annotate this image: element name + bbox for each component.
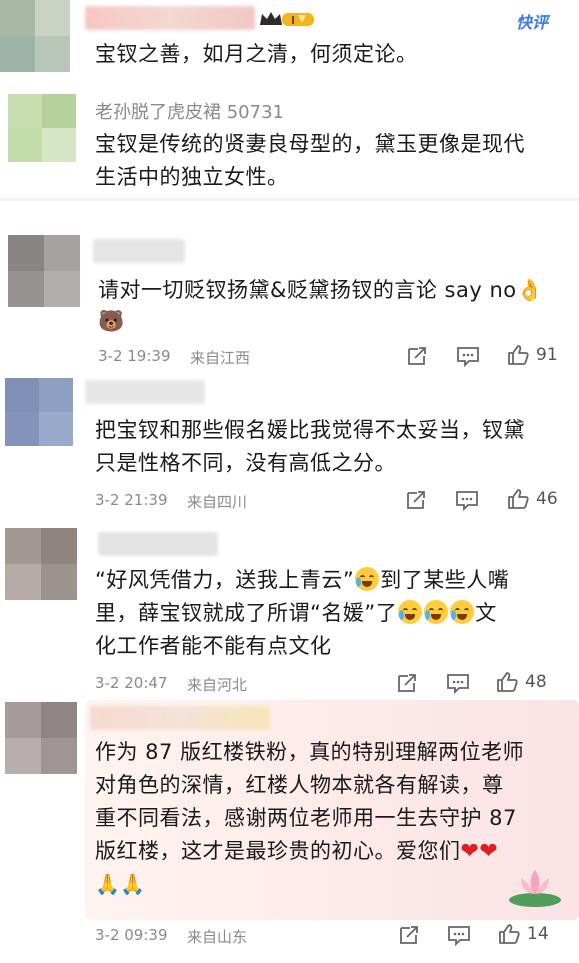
comment-text-line-2: 🐻: [98, 309, 125, 333]
comment-text-line-2: 只是性格不同，没有高低之分。: [95, 451, 396, 475]
comment-text-quote: “好风凭借力，送我上青云”: [95, 568, 355, 592]
username-blurred[interactable]: [90, 706, 270, 730]
like-button[interactable]: 91: [506, 343, 558, 367]
vip-badge: I: [258, 9, 316, 29]
comment-text-line-3: 化工作者能不能有点文化: [95, 634, 332, 658]
svg-text:I: I: [291, 14, 295, 27]
comment-text-tail: 到了某些人嘴: [380, 568, 510, 592]
comment-date: 3-2 21:39: [95, 491, 168, 509]
avatar[interactable]: [8, 235, 80, 307]
crying-face-emoji-icon: [355, 567, 380, 591]
comment-text-tail: 文: [475, 601, 497, 625]
comment-text-line-1: 宝钗是传统的贤妻良母型的，黛玉更像是现代: [95, 132, 525, 156]
share-icon: [398, 674, 416, 692]
comment-button[interactable]: [455, 489, 479, 511]
avatar[interactable]: [5, 528, 77, 600]
comment-text-line-1: 把宝钗和那些假名媛比我觉得不太妥当，钗黛: [95, 418, 525, 442]
comment-location: 来自河北: [187, 676, 248, 694]
share-button[interactable]: [398, 924, 420, 946]
comment-card-2: 老孙脱了虎皮裙 50731 宝钗是传统的贤妻良母型的，黛玉更像是现代 生活中的独…: [0, 84, 579, 200]
comment-location: 来自四川: [187, 493, 248, 511]
like-button[interactable]: 48: [495, 670, 547, 694]
like-count: 46: [536, 489, 558, 509]
share-icon: [407, 491, 425, 509]
like-count: 91: [536, 345, 558, 365]
comment-button[interactable]: [447, 924, 471, 946]
comment-card-3: 请对一切贬钗扬黛&贬黛扬钗的言论 say no👌 🐻 3-2 19:39 来自江…: [0, 201, 579, 376]
comment-date: 3-2 09:39: [95, 926, 168, 944]
comment-text-line-1: 请对一切贬钗扬黛&贬黛扬钗的言论 say no👌: [98, 278, 544, 302]
like-count: 14: [527, 924, 549, 944]
comment-text-line-1: 作为 87 版红楼铁粉，真的特别理解两位老师: [95, 740, 525, 764]
avatar[interactable]: [8, 94, 76, 162]
username-blurred[interactable]: [93, 239, 185, 263]
like-count: 48: [525, 672, 547, 692]
lotus-decoration: [507, 864, 563, 908]
username-blurred[interactable]: [85, 6, 255, 30]
thumbs-up-icon: [508, 489, 529, 509]
comment-location: 来自江西: [190, 349, 251, 367]
quick-comment-button[interactable]: 快评: [516, 9, 548, 33]
avatar[interactable]: [5, 378, 73, 446]
comment-text-line-4: 版红楼，这才是最珍贵的初心。爱您们❤❤: [95, 835, 498, 868]
comment-icon: [448, 926, 470, 946]
thumbs-up-icon: [497, 672, 518, 692]
comment-text-line-2: 对角色的深情，红楼人物本就各有解读，尊: [95, 773, 504, 797]
comment-location: 来自山东: [187, 928, 248, 946]
crown-badge-icon: I: [260, 12, 314, 27]
crying-face-emoji-icon: [424, 600, 449, 624]
share-button[interactable]: [405, 489, 427, 511]
avatar[interactable]: [0, 0, 70, 72]
share-icon: [408, 347, 426, 365]
comment-date: 3-2 19:39: [98, 347, 171, 365]
comment-icon: [447, 674, 469, 694]
comment-text-line-3: 重不同看法，感谢两位老师用一生去守护 87: [95, 806, 517, 830]
comment-text: 宝钗之善，如月之清，何须定论。: [95, 42, 418, 66]
like-button[interactable]: 14: [497, 922, 549, 946]
comment-button[interactable]: [456, 345, 480, 367]
share-icon: [400, 926, 418, 944]
comment-icon: [457, 347, 479, 367]
crying-face-emoji-icon: [398, 600, 423, 624]
avatar[interactable]: [5, 702, 77, 774]
comment-card-4: 把宝钗和那些假名媛比我觉得不太妥当，钗黛 只是性格不同，没有高低之分。 3-2 …: [0, 376, 579, 518]
share-button[interactable]: [396, 672, 418, 694]
comment-card-6: 作为 87 版红楼铁粉，真的特别理解两位老师 对角色的深情，红楼人物本就各有解读…: [0, 698, 579, 963]
username-blurred[interactable]: [98, 532, 218, 556]
thumbs-up-icon: [508, 345, 529, 365]
crying-face-emoji-icon: [450, 600, 475, 624]
comment-text-line-2: 里，薛宝钗就成了所谓“名媛”了 文: [95, 597, 497, 630]
share-button[interactable]: [406, 345, 428, 367]
comment-card-1: I 快评 宝钗之善，如月之清，何须定论。: [0, 0, 579, 84]
heart-emoji-icon: ❤❤: [460, 839, 499, 864]
comment-text-line-2: 生活中的独立女性。: [95, 165, 289, 189]
like-button[interactable]: 46: [506, 487, 558, 511]
thumbs-up-icon: [499, 924, 520, 944]
comment-icon: [456, 491, 478, 511]
username[interactable]: 老孙脱了虎皮裙 50731: [95, 98, 284, 124]
comment-date: 3-2 20:47: [95, 674, 168, 692]
lotus-icon: [509, 870, 561, 907]
comment-text-head: 里，薛宝钗就成了所谓“名媛”了: [95, 601, 398, 625]
comment-text-body: 版红楼，这才是最珍贵的初心。爱您们: [95, 839, 461, 863]
praying-hands-emoji-icon: 🙏🙏: [95, 872, 146, 896]
username-blurred[interactable]: [85, 380, 205, 404]
comment-card-5: “好风凭借力，送我上青云” 到了某些人嘴 里，薛宝钗就成了所谓“名媛”了 文 化工作…: [0, 518, 579, 698]
comment-text-line-1: “好风凭借力，送我上青云” 到了某些人嘴: [95, 564, 509, 597]
comment-button[interactable]: [446, 672, 470, 694]
